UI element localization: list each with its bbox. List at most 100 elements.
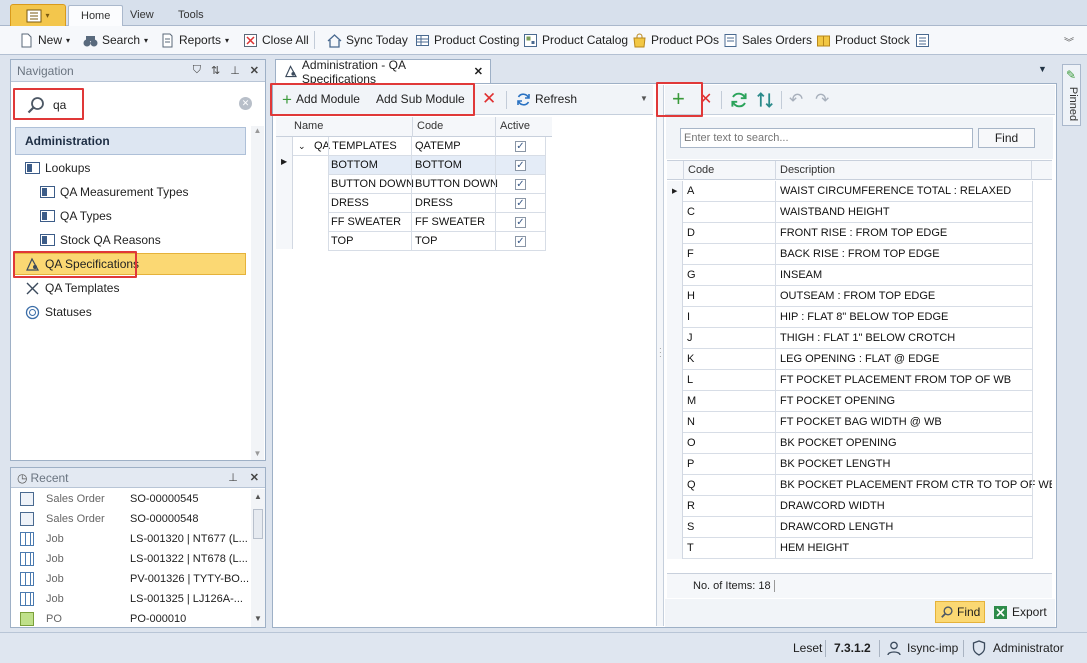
tree-row[interactable]: BOTTOM BOTTOM ✓	[328, 156, 546, 175]
nav-item-qa-types[interactable]: QA Types	[40, 205, 112, 227]
delete-code-icon[interactable]: ✕	[699, 91, 712, 109]
sort-icon[interactable]	[756, 91, 774, 109]
code-row[interactable]: H OUTSEAM : FROM TOP EDGE	[667, 286, 1033, 307]
recent-row[interactable]: Sales Order SO-00000545	[11, 489, 251, 509]
tree-icon[interactable]: ⇅	[211, 64, 220, 77]
add-code-button[interactable]: +	[672, 87, 685, 111]
product-stock-button[interactable]: Product Stock	[811, 29, 915, 51]
clear-search-icon[interactable]: ✕	[239, 97, 252, 110]
code-row[interactable]: J THIGH : FLAT 1" BELOW CROTCH	[667, 328, 1033, 349]
add-sub-module-button[interactable]: Add Sub Module	[371, 88, 470, 110]
tree-row[interactable]: FF SWEATER FF SWEATER ✓	[328, 213, 546, 232]
search-button[interactable]: Search ▾	[78, 29, 153, 51]
nav-item-qa-templates[interactable]: QA Templates	[25, 277, 119, 299]
navigation-search-input[interactable]: qa	[53, 98, 66, 112]
redo-icon[interactable]: ↷	[815, 90, 829, 110]
sync-today-button[interactable]: Sync Today	[322, 29, 413, 51]
product-catalog-button[interactable]: Product Catalog	[518, 29, 633, 51]
code-row[interactable]: Q BK POCKET PLACEMENT FROM CTR TO TOP OF …	[667, 475, 1052, 496]
recent-row[interactable]: Job LS-001320 | NT677 (L...	[11, 529, 251, 549]
column-code[interactable]: Code	[683, 161, 714, 180]
column-code[interactable]: Code	[412, 117, 443, 137]
tree-row[interactable]: BUTTON DOWN BUTTON DOWN ✓	[328, 175, 546, 194]
extra-ribbon-button[interactable]	[910, 29, 935, 51]
pinned-side-tab[interactable]: ✎ Pinned	[1062, 64, 1081, 126]
export-button[interactable]: Export	[991, 601, 1049, 623]
ribbon-collapse-icon[interactable]: ︾	[1064, 34, 1074, 49]
undo-icon[interactable]: ↶	[789, 90, 803, 110]
tree-row[interactable]: DRESS DRESS ✓	[328, 194, 546, 213]
code-row[interactable]: G INSEAM	[667, 265, 1033, 286]
code-row[interactable]: C WAISTBAND HEIGHT	[667, 202, 1033, 223]
recent-row[interactable]: Job LS-001322 | NT678 (L...	[11, 549, 251, 569]
document-tab[interactable]: Administration - QA Specifications ✕	[275, 58, 491, 86]
code-row[interactable]: F BACK RISE : FROM TOP EDGE	[667, 244, 1033, 265]
bottom-find-button[interactable]: Find	[935, 601, 985, 623]
nav-item-statuses[interactable]: Statuses	[25, 301, 92, 323]
recent-row[interactable]: Sales Order SO-00000548	[11, 509, 251, 529]
nav-group-administration[interactable]: Administration	[15, 127, 246, 155]
nav-item-stock-qa-reasons[interactable]: Stock QA Reasons	[40, 229, 161, 251]
active-checkbox[interactable]: ✓	[515, 179, 526, 190]
active-checkbox[interactable]: ✓	[515, 236, 526, 247]
recent-row[interactable]: Job PV-001326 | TYTY-BO...	[11, 569, 251, 589]
close-icon[interactable]: ✕	[250, 471, 259, 484]
code-row[interactable]: K LEG OPENING : FLAT @ EDGE	[667, 349, 1033, 370]
description-cell: DRAWCORD LENGTH	[780, 521, 894, 533]
navigation-search-box[interactable]: qa ✕	[16, 92, 258, 118]
nav-item-qa-measurement-types[interactable]: QA Measurement Types	[40, 181, 189, 203]
recent-row[interactable]: Job LS-001325 | LJ126A-...	[11, 589, 251, 609]
nav-scrollbar[interactable]: ▲ ▼	[251, 126, 264, 460]
product-costing-button[interactable]: Product Costing	[410, 29, 524, 51]
code-search-input[interactable]	[680, 128, 973, 148]
close-icon[interactable]: ✕	[250, 64, 259, 77]
refresh-icon[interactable]	[730, 91, 748, 109]
tree-row[interactable]: TOP TOP ✓	[328, 232, 546, 251]
tab-tools[interactable]: Tools	[166, 5, 216, 26]
close-all-button[interactable]: Close All	[238, 29, 314, 51]
code-row[interactable]: R DRAWCORD WIDTH	[667, 496, 1033, 517]
tab-list-dropdown-icon[interactable]: ▼	[1038, 64, 1047, 74]
sales-orders-button[interactable]: Sales Orders	[718, 29, 817, 51]
find-button[interactable]: Find	[978, 128, 1035, 148]
recent-scrollbar[interactable]: ▲ ▼	[251, 489, 265, 627]
add-module-button[interactable]: + Add Module	[277, 88, 365, 110]
nav-item-lookups[interactable]: Lookups	[25, 157, 90, 179]
code-row[interactable]: I HIP : FLAT 8" BELOW TOP EDGE	[667, 307, 1033, 328]
active-checkbox[interactable]: ✓	[515, 217, 526, 228]
pin-icon[interactable]: ⊥	[228, 471, 238, 484]
application-menu-button[interactable]: ▾	[10, 4, 66, 26]
new-button[interactable]: New ▾	[14, 29, 75, 51]
code-row[interactable]: D FRONT RISE : FROM TOP EDGE	[667, 223, 1033, 244]
history-icon: ◷	[17, 470, 28, 485]
tab-view[interactable]: View	[118, 5, 166, 26]
tab-home[interactable]: Home	[68, 5, 124, 27]
refresh-button[interactable]: Refresh	[511, 88, 582, 110]
reports-button[interactable]: Reports ▾	[155, 29, 234, 51]
pin-icon[interactable]: ⊥	[230, 64, 240, 77]
active-checkbox[interactable]: ✓	[515, 198, 526, 209]
code-row[interactable]: L FT POCKET PLACEMENT FROM TOP OF WB	[667, 370, 1033, 391]
code-row[interactable]: A WAIST CIRCUMFERENCE TOTAL : RELAXED	[667, 181, 1033, 202]
collapse-chevron-icon[interactable]: ⌄	[295, 137, 306, 156]
nav-item-qa-specifications[interactable]: QA Specifications	[14, 253, 246, 275]
code-row[interactable]: N FT POCKET BAG WIDTH @ WB	[667, 412, 1033, 433]
column-name[interactable]: Name	[290, 117, 323, 136]
tree-row-root[interactable]: ⌄ QA TEMPLATES QATEMP ✓	[293, 137, 546, 156]
active-checkbox[interactable]: ✓	[515, 141, 526, 152]
column-description[interactable]: Description	[775, 161, 835, 180]
pane-splitter[interactable]: · · ·	[656, 85, 664, 626]
filter-icon[interactable]: ⛉	[193, 64, 201, 77]
delete-icon[interactable]: ✕	[482, 90, 496, 108]
code-row[interactable]: O BK POCKET OPENING	[667, 433, 1033, 454]
code-row[interactable]: T HEM HEIGHT	[667, 538, 1033, 559]
code-row[interactable]: S DRAWCORD LENGTH	[667, 517, 1033, 538]
code-row[interactable]: M FT POCKET OPENING	[667, 391, 1033, 412]
active-checkbox[interactable]: ✓	[515, 160, 526, 171]
recent-row[interactable]: PO PO-000010	[11, 609, 251, 627]
code-row[interactable]: P BK POCKET LENGTH	[667, 454, 1033, 475]
column-active[interactable]: Active	[495, 117, 530, 137]
toolbar-overflow-icon[interactable]: ▼	[640, 94, 648, 103]
close-tab-icon[interactable]: ✕	[474, 65, 483, 78]
product-pos-button[interactable]: Product POs	[627, 29, 724, 51]
